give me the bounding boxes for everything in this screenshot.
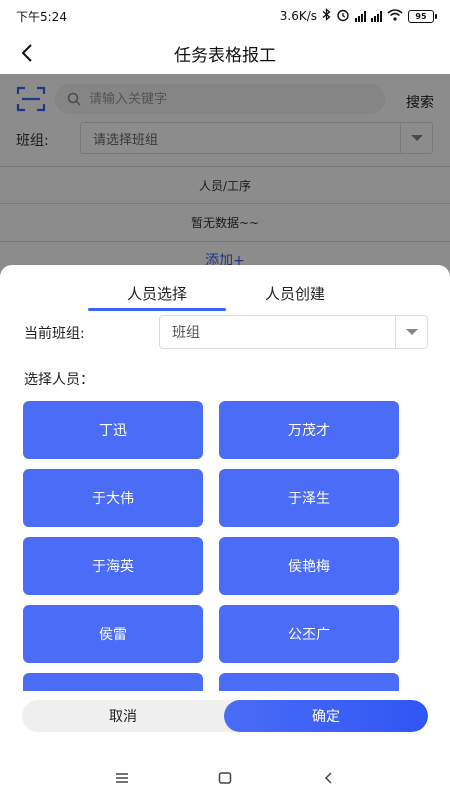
status-icons: 3.6K/s 95 <box>279 8 437 25</box>
sheet-tabs: 人员选择 人员创建 <box>0 275 450 311</box>
cancel-button[interactable]: 取消 <box>22 700 224 732</box>
tab-person-select[interactable]: 人员选择 <box>88 275 226 311</box>
current-team-value: 班组 <box>172 325 200 341</box>
person-button[interactable]: 于泽生 <box>219 469 399 527</box>
chevron-left-icon <box>21 44 32 62</box>
person-button[interactable]: 于大伟 <box>23 469 203 527</box>
person-button[interactable] <box>23 673 203 691</box>
back-button[interactable] <box>12 38 42 68</box>
menu-icon[interactable] <box>102 763 142 793</box>
bluetooth-icon <box>322 8 331 24</box>
tab-person-create[interactable]: 人员创建 <box>226 275 364 311</box>
person-select-sheet: 人员选择 人员创建 当前班组: 班组 选择人员： 丁迅 万茂才 于大伟 于泽生 … <box>0 265 450 800</box>
home-icon[interactable] <box>205 763 245 793</box>
alarm-icon <box>336 8 350 25</box>
person-button[interactable]: 侯艳梅 <box>219 537 399 595</box>
system-nav-bar <box>0 755 450 800</box>
person-grid: 丁迅 万茂才 于大伟 于泽生 于海英 侯艳梅 侯雷 公丕广 <box>23 401 401 691</box>
choose-person-label: 选择人员： <box>24 372 94 388</box>
page-title: 任务表格报工 <box>174 45 276 66</box>
person-button[interactable]: 丁迅 <box>23 401 203 459</box>
status-bar: 下午5:24 3.6K/s 95 <box>0 0 450 32</box>
person-button[interactable] <box>219 673 399 691</box>
battery-icon: 95 <box>408 9 437 23</box>
action-bar: 取消 确定 <box>22 700 428 732</box>
current-team-select[interactable]: 班组 <box>159 315 428 349</box>
nav-header: 任务表格报工 <box>0 32 450 74</box>
network-speed: 3.6K/s <box>279 9 317 23</box>
person-button[interactable]: 公丕广 <box>219 605 399 663</box>
current-team-label: 当前班组: <box>24 326 85 342</box>
confirm-button[interactable]: 确定 <box>224 700 428 732</box>
chevron-down-icon <box>395 316 427 348</box>
person-button[interactable]: 侯雷 <box>23 605 203 663</box>
active-tab-indicator <box>88 308 226 311</box>
back-nav-icon[interactable] <box>308 763 348 793</box>
signal-icon <box>355 10 366 22</box>
signal-icon-2 <box>371 10 382 22</box>
status-time: 下午5:24 <box>16 9 67 24</box>
person-button[interactable]: 于海英 <box>23 537 203 595</box>
person-button[interactable]: 万茂才 <box>219 401 399 459</box>
wifi-icon <box>387 8 403 24</box>
